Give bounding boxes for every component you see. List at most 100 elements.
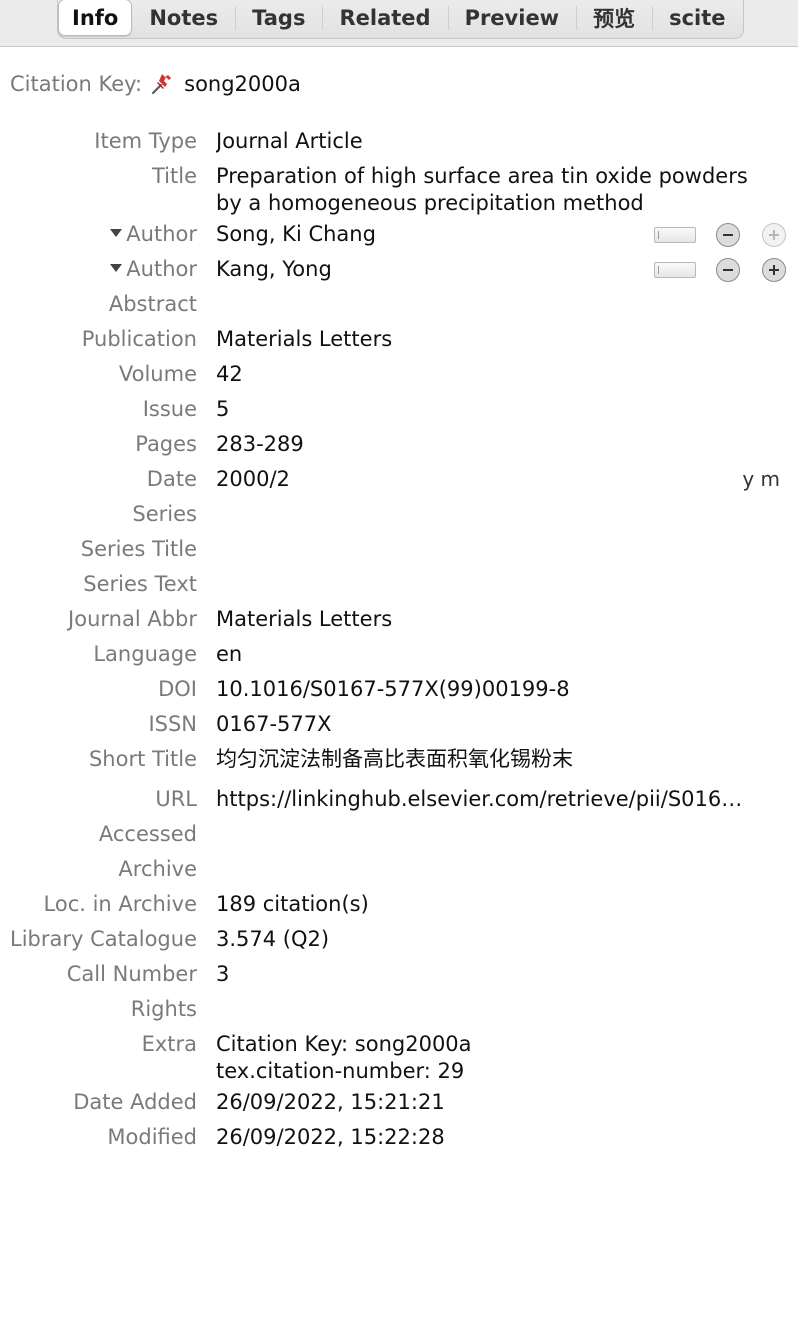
journal-abbr-value[interactable]: Materials Letters	[216, 602, 798, 637]
field-label: Date Added	[73, 1090, 197, 1114]
field-series: Series	[0, 497, 798, 532]
tab-related[interactable]: Related	[322, 0, 447, 38]
field-volume: Volume 42	[0, 357, 798, 392]
add-author-button[interactable]	[762, 222, 786, 247]
field-label: Language	[93, 642, 197, 666]
field-publication: Publication Materials Letters	[0, 322, 798, 357]
url-value[interactable]: https://linkinghub.elsevier.com/retrieve…	[216, 782, 798, 817]
field-call-number: Call Number 3	[0, 957, 798, 992]
publication-value[interactable]: Materials Letters	[216, 322, 798, 357]
field-label: Author	[0, 252, 197, 287]
field-label: Library Catalogue	[10, 927, 197, 951]
language-value[interactable]: en	[216, 637, 798, 672]
field-doi: DOI 10.1016/S0167-577X(99)00199-8	[0, 672, 798, 707]
field-label: Call Number	[66, 962, 197, 986]
creator-type-dropdown-icon[interactable]	[110, 264, 123, 272]
name-mode-switch[interactable]	[654, 226, 696, 243]
field-pages: Pages 283-289	[0, 427, 798, 462]
pages-value[interactable]: 283-289	[216, 427, 798, 462]
field-label: Series	[132, 502, 197, 526]
item-fields: Item Type Journal Article Title Preparat…	[0, 124, 798, 1155]
series-value[interactable]	[216, 497, 798, 532]
minus-icon	[723, 268, 733, 271]
field-archive: Archive	[0, 852, 798, 887]
field-label: Item Type	[94, 129, 197, 153]
field-short-title: Short Title 均匀沉淀法制备高比表面积氧化锡粉末	[0, 742, 798, 782]
citation-key-value[interactable]: song2000a	[184, 72, 301, 96]
extra-value[interactable]: Citation Key: song2000a tex.citation-num…	[216, 1027, 798, 1085]
field-label: Volume	[118, 362, 197, 386]
tab-tags[interactable]: Tags	[235, 0, 322, 38]
tab-preview[interactable]: Preview	[447, 0, 577, 38]
remove-author-button[interactable]	[716, 257, 740, 282]
library-catalogue-value[interactable]: 3.574 (Q2)	[216, 922, 798, 957]
author-label[interactable]: Author	[126, 257, 197, 281]
field-modified: Modified 26/09/2022, 15:22:28	[0, 1120, 798, 1155]
tab-preview-chinese[interactable]: 预览	[576, 0, 652, 38]
name-mode-switch[interactable]	[654, 261, 696, 278]
field-label: Short Title	[88, 747, 197, 771]
tab-scite[interactable]: scite	[652, 0, 742, 38]
pushpin-icon[interactable]	[150, 72, 174, 96]
field-label: Publication	[81, 327, 197, 351]
field-label: Issue	[142, 397, 197, 421]
call-number-value[interactable]: 3	[216, 957, 798, 992]
series-text-value[interactable]	[216, 567, 798, 602]
field-date-added: Date Added 26/09/2022, 15:21:21	[0, 1085, 798, 1120]
field-label: Accessed	[98, 822, 197, 846]
field-label: Loc. in Archive	[43, 892, 197, 916]
abstract-value[interactable]	[216, 287, 798, 322]
field-author: Author Kang, Yong	[0, 252, 798, 287]
field-label: Date	[146, 467, 197, 491]
plus-icon	[769, 229, 779, 240]
short-title-value[interactable]: 均匀沉淀法制备高比表面积氧化锡粉末	[216, 742, 798, 782]
tab-bar: Info Notes Tags Related Preview 预览 scite	[0, 0, 798, 47]
field-abstract: Abstract	[0, 287, 798, 322]
doi-value[interactable]: 10.1016/S0167-577X(99)00199-8	[216, 672, 798, 707]
url-label-link[interactable]: URL	[0, 782, 197, 817]
date-value[interactable]: 2000/2	[216, 462, 798, 497]
field-title: Title Preparation of high surface area t…	[0, 159, 798, 217]
author-label[interactable]: Author	[126, 222, 197, 246]
rights-value[interactable]	[216, 992, 798, 1027]
add-author-button[interactable]	[762, 257, 786, 282]
loc-in-archive-value[interactable]: 189 citation(s)	[216, 887, 798, 922]
archive-value[interactable]	[216, 852, 798, 887]
field-label: Journal Abbr	[68, 607, 197, 631]
field-date: Date 2000/2 y m	[0, 462, 798, 497]
field-label: Title	[151, 164, 197, 188]
field-series-title: Series Title	[0, 532, 798, 567]
field-item-type: Item Type Journal Article	[0, 124, 798, 159]
creator-type-dropdown-icon[interactable]	[110, 229, 123, 237]
field-author: Author Song, Ki Chang	[0, 217, 798, 252]
field-label: Series Title	[80, 537, 197, 561]
field-label: Rights	[130, 997, 197, 1021]
field-loc-in-archive: Loc. in Archive 189 citation(s)	[0, 887, 798, 922]
field-label: ISSN	[148, 712, 197, 736]
item-type-select[interactable]: Journal Article	[216, 124, 798, 159]
volume-value[interactable]: 42	[216, 357, 798, 392]
field-label: Abstract	[108, 292, 197, 316]
field-label: Series Text	[83, 572, 197, 596]
modified-value: 26/09/2022, 15:22:28	[216, 1125, 445, 1149]
series-title-value[interactable]	[216, 532, 798, 567]
field-rights: Rights	[0, 992, 798, 1027]
field-language: Language en	[0, 637, 798, 672]
remove-author-button[interactable]	[716, 222, 740, 247]
field-label: DOI	[158, 677, 197, 701]
field-label: Extra	[141, 1032, 197, 1056]
author-controls	[654, 217, 786, 252]
extra-line: Citation Key: song2000a	[216, 1032, 472, 1056]
accessed-value[interactable]	[216, 817, 798, 852]
field-url: URL https://linkinghub.elsevier.com/retr…	[0, 782, 798, 817]
field-series-text: Series Text	[0, 567, 798, 602]
issn-value[interactable]: 0167-577X	[216, 707, 798, 742]
tab-notes[interactable]: Notes	[132, 0, 235, 38]
date-format-hint: y m	[742, 467, 780, 491]
author-controls	[654, 252, 786, 287]
extra-line: tex.citation-number: 29	[216, 1059, 465, 1083]
title-value[interactable]: Preparation of high surface area tin oxi…	[216, 159, 798, 217]
issue-value[interactable]: 5	[216, 392, 798, 427]
tab-info[interactable]: Info	[58, 0, 133, 36]
field-label: Modified	[107, 1125, 197, 1149]
